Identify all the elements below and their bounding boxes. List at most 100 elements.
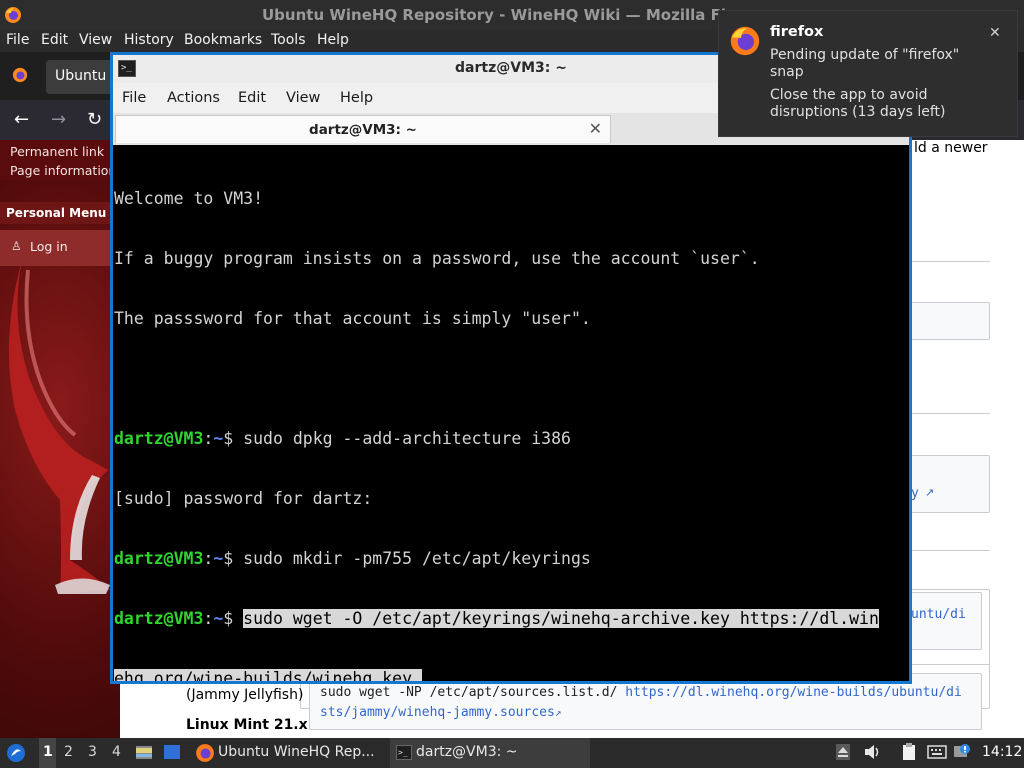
code-box: untu/di bbox=[910, 592, 982, 650]
prompt-user: dartz@VM3 bbox=[114, 549, 204, 568]
terminal-cursor: _ bbox=[412, 669, 422, 681]
terminal-output[interactable]: Welcome to VM3! If a buggy program insis… bbox=[113, 145, 909, 681]
firefox-menu-edit[interactable]: Edit bbox=[41, 32, 68, 48]
firefox-icon bbox=[195, 743, 215, 767]
wine-glass-image bbox=[0, 260, 120, 604]
selected-command-text[interactable]: ehq.org/wine-builds/winehq.key bbox=[114, 669, 413, 681]
clipboard-icon[interactable] bbox=[900, 743, 918, 765]
back-arrow-icon[interactable]: ← bbox=[14, 109, 29, 130]
terminal-line: The passsword for that account is simply… bbox=[114, 309, 591, 328]
prompt-dollar: $ bbox=[223, 429, 244, 448]
external-link-icon: ↗ bbox=[554, 706, 562, 719]
content-divider bbox=[910, 261, 990, 262]
terminal-line: If a buggy program insists on a password… bbox=[114, 249, 760, 268]
taskbar-firefox-label: Ubuntu WineHQ Rep... bbox=[218, 744, 375, 760]
update-icon[interactable] bbox=[953, 743, 973, 765]
external-link-icon: ↗ bbox=[925, 486, 935, 499]
terminal-line: dartz@VM3:~$ sudo wget -O /etc/apt/keyri… bbox=[114, 609, 909, 629]
permanent-link[interactable]: Permanent link bbox=[10, 144, 104, 159]
terminal-line: dartz@VM3:~$ sudo dpkg --add-architectur… bbox=[114, 429, 909, 449]
keyboard-icon[interactable] bbox=[927, 744, 947, 764]
prompt-dollar: $ bbox=[223, 609, 244, 628]
terminal-menu-file[interactable]: File bbox=[122, 90, 146, 106]
workspace-2[interactable]: 2 bbox=[64, 744, 73, 760]
content-box: y ↗ bbox=[910, 455, 990, 513]
workspace-4[interactable]: 4 bbox=[112, 744, 121, 760]
table-label-mint: Linux Mint 21.x bbox=[186, 717, 308, 733]
terminal-menu-help[interactable]: Help bbox=[340, 90, 373, 106]
user-icon: ♙ bbox=[11, 239, 22, 253]
terminal-menu-view[interactable]: View bbox=[286, 90, 320, 106]
firefox-view-icon[interactable] bbox=[12, 67, 28, 87]
terminal-tab[interactable]: dartz@VM3: ~ ✕ bbox=[115, 115, 611, 143]
login-link[interactable]: Log in bbox=[30, 239, 68, 254]
prompt-path: ~ bbox=[213, 549, 224, 568]
prompt-path: ~ bbox=[213, 429, 224, 448]
notification-line-3: Close the app to avoid bbox=[770, 87, 928, 103]
terminal-icon: >_ bbox=[396, 745, 412, 760]
prompt-dollar: $ bbox=[223, 549, 244, 568]
eject-icon[interactable] bbox=[836, 744, 850, 764]
taskbar-firefox[interactable]: Ubuntu WineHQ Rep... bbox=[190, 738, 388, 768]
page-information-link[interactable]: Page information bbox=[10, 163, 116, 178]
content-divider bbox=[910, 413, 990, 414]
firefox-menu-tools[interactable]: Tools bbox=[271, 32, 306, 48]
close-tab-icon[interactable]: ✕ bbox=[589, 119, 602, 138]
prompt-colon: : bbox=[203, 429, 214, 448]
taskbar-terminal-label: dartz@VM3: ~ bbox=[416, 744, 518, 760]
code-path-tail[interactable]: untu/di bbox=[911, 607, 966, 622]
workspace-3[interactable]: 3 bbox=[88, 744, 97, 760]
prompt-user: dartz@VM3 bbox=[114, 429, 204, 448]
volume-icon[interactable] bbox=[864, 744, 882, 764]
update-notification[interactable]: firefox ✕ Pending update of "firefox" sn… bbox=[718, 10, 1018, 137]
code-url-part2[interactable]: sts/jammy/winehq-jammy.sources bbox=[320, 705, 555, 720]
workspace-1[interactable]: 1 bbox=[39, 738, 56, 768]
terminal-menu-edit[interactable]: Edit bbox=[238, 90, 266, 106]
notification-line-2: snap bbox=[770, 64, 804, 80]
code-command: sudo wget -NP /etc/apt/sources.list.d/ bbox=[320, 685, 626, 700]
terminal-window[interactable]: >_ dartz@VM3: ~ File Actions Edit View H… bbox=[110, 52, 912, 684]
firefox-window-title: Ubuntu WineHQ Repository - WineHQ Wiki —… bbox=[262, 6, 727, 24]
firefox-icon bbox=[4, 6, 22, 28]
terminal-line: dartz@VM3:~$ sudo mkdir -pm755 /etc/apt/… bbox=[114, 549, 909, 569]
content-box bbox=[910, 302, 990, 340]
close-icon[interactable]: ✕ bbox=[989, 25, 1001, 41]
personal-menu-heading: Personal Menu bbox=[0, 202, 110, 224]
notification-line-4: disruptions (13 days left) bbox=[770, 104, 946, 120]
firefox-menu-file[interactable]: File bbox=[6, 32, 29, 48]
command-text: sudo dpkg --add-architecture i386 bbox=[243, 429, 571, 448]
content-divider bbox=[910, 550, 990, 551]
firefox-menu-help[interactable]: Help bbox=[317, 32, 349, 48]
start-menu-icon[interactable] bbox=[6, 743, 26, 767]
login-item[interactable]: ♙ Log in bbox=[0, 230, 110, 266]
code-line-2: sts/jammy/winehq-jammy.sources↗ bbox=[320, 705, 561, 720]
show-desktop-icon[interactable] bbox=[163, 744, 181, 764]
command-text: sudo mkdir -pm755 /etc/apt/keyrings bbox=[243, 549, 591, 568]
reload-icon[interactable]: ↻ bbox=[87, 109, 102, 130]
firefox-menu-history[interactable]: History bbox=[124, 32, 174, 48]
prompt-colon: : bbox=[203, 609, 214, 628]
firefox-icon bbox=[729, 25, 761, 61]
terminal-tab-title: dartz@VM3: ~ bbox=[309, 122, 417, 138]
clock: 14:12 bbox=[982, 744, 1023, 760]
forward-arrow-icon[interactable]: → bbox=[51, 109, 66, 130]
terminal-line: [sudo] password for dartz: bbox=[114, 489, 373, 508]
taskbar: 1 2 3 4 Ubuntu WineHQ Rep... >_ dartz@VM… bbox=[0, 738, 1024, 768]
prompt-colon: : bbox=[203, 549, 214, 568]
table-label-jammy: (Jammy Jellyfish) bbox=[186, 687, 304, 703]
content-link-tail[interactable]: y bbox=[911, 486, 919, 501]
file-manager-icon[interactable] bbox=[135, 743, 153, 765]
prompt-path: ~ bbox=[213, 609, 224, 628]
notification-app-name: firefox bbox=[770, 24, 824, 40]
selected-command-text[interactable]: sudo wget -O /etc/apt/keyrings/winehq-ar… bbox=[243, 609, 879, 628]
firefox-menu-view[interactable]: View bbox=[79, 32, 112, 48]
terminal-menu-actions[interactable]: Actions bbox=[167, 90, 220, 106]
terminal-line: ehq.org/wine-builds/winehq.key_ bbox=[114, 669, 909, 681]
content-snippet-newer: ld a newer bbox=[914, 140, 988, 156]
code-url-part1[interactable]: https://dl.winehq.org/wine-builds/ubuntu… bbox=[625, 685, 962, 700]
taskbar-terminal[interactable]: >_ dartz@VM3: ~ bbox=[390, 738, 590, 768]
terminal-line: Welcome to VM3! bbox=[114, 189, 264, 208]
code-line-1: sudo wget -NP /etc/apt/sources.list.d/ h… bbox=[320, 685, 962, 700]
firefox-menu-bookmarks[interactable]: Bookmarks bbox=[184, 32, 262, 48]
